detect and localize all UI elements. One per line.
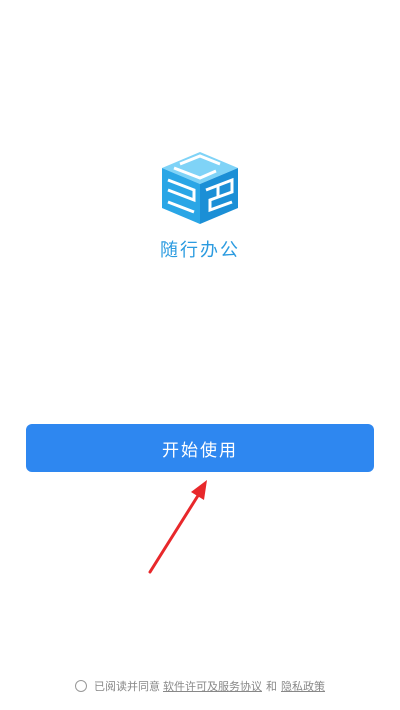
red-arrow-icon	[148, 480, 207, 574]
agreement-prefix: 已阅读并同意	[94, 680, 160, 693]
agreement-conjunction: 和	[266, 680, 277, 693]
start-button[interactable]: 开始使用	[26, 424, 374, 472]
cube-logo-icon	[162, 152, 238, 224]
splash-screen: 随行办公 开始使用 已阅读并同意 软件许可及服务协议 和 隐私政策	[0, 0, 400, 710]
license-agreement-link[interactable]: 软件许可及服务协议	[163, 678, 262, 694]
logo-block: 随行办公	[0, 150, 400, 262]
agreement-row: 已阅读并同意 软件许可及服务协议 和 隐私政策	[0, 678, 400, 694]
privacy-policy-link[interactable]: 隐私政策	[281, 678, 325, 694]
app-name: 随行办公	[160, 240, 240, 261]
agree-radio[interactable]	[75, 680, 87, 692]
